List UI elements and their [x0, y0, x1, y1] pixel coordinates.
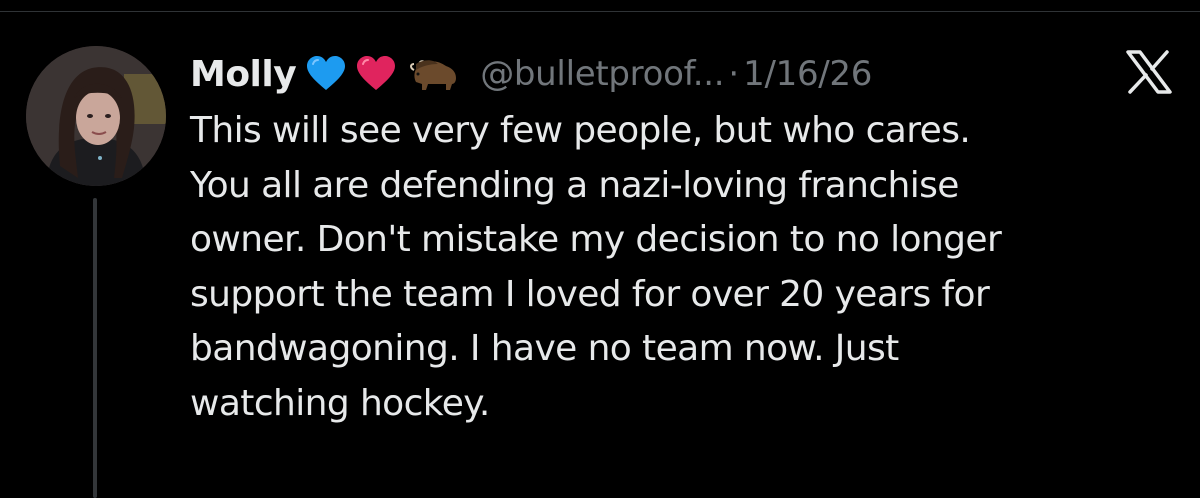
tweet-date[interactable]: 1/16/26	[743, 54, 872, 94]
bison-icon	[406, 56, 462, 92]
avatar-column	[26, 46, 166, 498]
avatar[interactable]	[26, 46, 166, 186]
avatar-image	[26, 46, 166, 186]
tweet-text-line: bandwagoning. I have no team now. Just	[190, 328, 899, 369]
tweet-text-line: watching hockey.	[190, 382, 490, 424]
tweet-text-line: This will see very few people, but who c…	[190, 110, 971, 151]
tweet-header: Molly @bulletproof... · 1/16/26	[190, 50, 872, 98]
thread-line	[93, 198, 97, 498]
separator-dot: ·	[728, 54, 740, 94]
tweet[interactable]: Molly @bulletproof... · 1/16/26 This wil…	[0, 0, 1200, 498]
red-heart-icon	[356, 56, 396, 92]
blue-heart-icon	[306, 56, 346, 92]
user-handle[interactable]: @bulletproof...	[480, 54, 724, 94]
tweet-text-line: owner. Don't mistake my decision to no l…	[190, 219, 1002, 260]
tweet-text-line: support the team I loved for over 20 yea…	[190, 273, 990, 315]
tweet-text: This will see very few people, but who c…	[190, 104, 1180, 431]
x-logo-icon	[1126, 50, 1172, 94]
tweet-text-line: You all are defending a nazi-loving fran…	[190, 164, 959, 206]
display-name[interactable]: Molly	[190, 54, 297, 95]
